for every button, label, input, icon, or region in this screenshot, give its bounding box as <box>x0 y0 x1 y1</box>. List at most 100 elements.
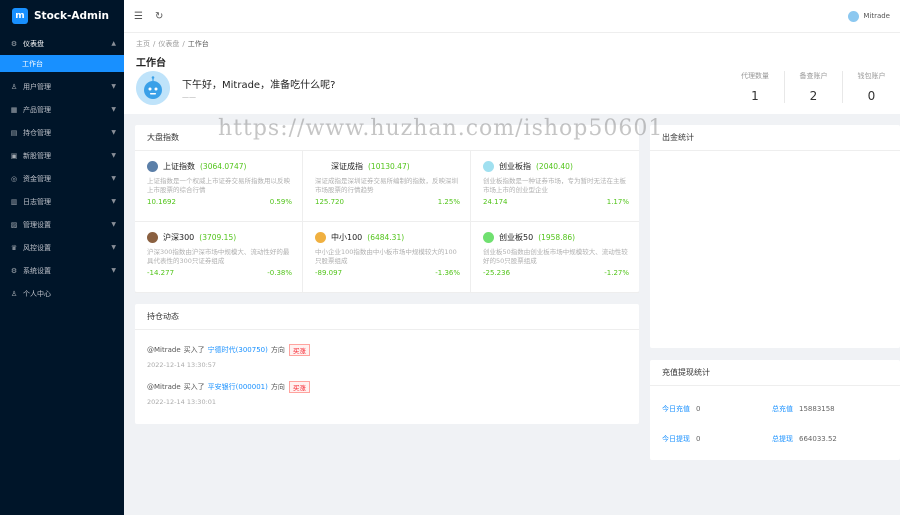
chevron-down-icon: ▼ <box>111 83 116 90</box>
sidebar-item-label: 仪表盘 <box>23 39 44 48</box>
index-pct: -0.38% <box>267 269 292 277</box>
page-title: 工作台 <box>136 58 166 69</box>
product-icon: ▦ <box>10 105 18 114</box>
index-item-sse[interactable]: 上证指数 (3064.0747) 上证指数是一个权威上市证券交易所指数用以反映上市… <box>135 151 303 222</box>
trade-action: 买入了 <box>183 383 205 391</box>
trade-time: 2022-12-14 13:30:01 <box>147 398 217 406</box>
sidebar-item-label: 用户管理 <box>23 82 51 91</box>
index-desc: 中小企业100指数由中小板市场中规模较大的100只股票组成 <box>315 248 457 265</box>
chevron-down-icon: ▼ <box>111 244 116 251</box>
sidebar-item-label: 个人中心 <box>23 289 51 298</box>
index-item-chinext[interactable]: 创业板指 (2040.40) 创业板指数是一种证券市场，专为暂时无法在主板市场上市… <box>471 151 639 222</box>
user-name[interactable]: Mitrade <box>863 12 890 20</box>
index-change: -25.236 <box>483 269 511 277</box>
breadcrumb-separator: / <box>182 40 185 48</box>
index-grid: 上证指数 (3064.0747) 上证指数是一个权威上市证券交易所指数用以反映上市… <box>135 151 639 293</box>
position-icon: ▤ <box>10 128 18 137</box>
chevron-down-icon: ▼ <box>111 152 116 159</box>
breadcrumb-dashboard[interactable]: 仪表盘 <box>158 40 179 48</box>
sidebar-item-positions[interactable]: ▤ 持仓管理 ▼ <box>0 121 124 144</box>
sidebar-subitem-workbench[interactable]: 工作台 <box>0 55 124 72</box>
index-item-chinext50[interactable]: 创业板50 (1958.86) 创业板50指数由创业板市场中规模较大、流动性较好的… <box>471 222 639 293</box>
sidebar-item-system[interactable]: ⚙ 系统设置 ▼ <box>0 259 124 282</box>
stat-label: 钱包账户 <box>857 72 886 80</box>
settings-icon: ⚙ <box>10 266 18 275</box>
index-value: (1958.86) <box>538 233 576 242</box>
index-icon <box>315 232 326 243</box>
watermark-text: https://www.huzhan.com/ishop50601 <box>218 116 664 141</box>
index-desc: 上证指数是一个权威上市证券交易所指数用以反映上市股票的综合行情 <box>147 177 290 194</box>
index-name: 创业板指 <box>499 162 531 171</box>
trade-action: 买入了 <box>183 346 205 354</box>
position-activity-card: 持仓动态 @Mitrade 买入了 宁德时代(300750) 方向 买涨 202… <box>135 304 639 424</box>
index-item-szse[interactable]: 深证成指 (10130.47) 深证成指是深圳证券交易所编制的指数，反映深圳市场股… <box>303 151 471 222</box>
wd-value: 0 <box>696 405 701 413</box>
stat-agents: 代理数量 1 <box>726 71 784 103</box>
breadcrumb-home[interactable]: 主页 <box>136 40 150 48</box>
sidebar-item-label: 持仓管理 <box>23 128 51 137</box>
trade-stock-link[interactable]: 宁德时代(300750) <box>208 345 268 355</box>
index-name: 深证成指 <box>331 162 363 171</box>
stat-value: 2 <box>809 89 818 103</box>
index-name: 中小100 <box>331 233 363 242</box>
fund-icon: ◎ <box>10 174 18 183</box>
index-pct: -1.27% <box>604 269 629 277</box>
app-logo[interactable]: m Stock-Admin <box>0 0 124 32</box>
index-desc: 创业板指数是一种证券市场，专为暂时无法在主板市场上市的创业型企业 <box>483 177 626 194</box>
sidebar-item-ipo[interactable]: ▣ 新股管理 ▼ <box>0 144 124 167</box>
index-desc: 沪深300指数由沪深市场中规模大、流动性好的最具代表性的300只证券组成 <box>147 248 290 265</box>
breadcrumb-current: 工作台 <box>187 40 209 48</box>
sidebar-item-label: 新股管理 <box>23 151 51 160</box>
sidebar-item-funds[interactable]: ◎ 资金管理 ▼ <box>0 167 124 190</box>
sidebar-item-dashboard[interactable]: ⚙ 仪表盘 ▲ <box>0 32 124 55</box>
logo-icon: m <box>12 8 28 24</box>
sidebar-item-products[interactable]: ▦ 产品管理 ▼ <box>0 98 124 121</box>
refresh-icon[interactable]: ↻ <box>155 11 163 22</box>
index-change: 24.174 <box>483 198 508 206</box>
index-name: 创业板50 <box>499 233 534 242</box>
stat-label: 备查账户 <box>799 72 828 80</box>
dashboard-icon: ⚙ <box>10 39 18 48</box>
breadcrumb: 主页 / 仪表盘 / 工作台 <box>136 39 209 49</box>
index-pct: 1.25% <box>437 198 460 206</box>
sidebar-item-logs[interactable]: ▥ 日志管理 ▼ <box>0 190 124 213</box>
wd-label: 今日充值 <box>662 405 690 413</box>
index-pct: -1.36% <box>435 269 460 277</box>
stat-accounts: 备查账户 2 <box>784 71 842 103</box>
index-icon <box>147 161 158 172</box>
index-change: -89.097 <box>315 269 343 277</box>
market-index-card: 大盘指数 上证指数 (3064.0747) 上证指数是一个权威上市证券交易所指数用… <box>135 125 639 293</box>
wd-value: 0 <box>696 435 701 443</box>
trade-list: @Mitrade 买入了 宁德时代(300750) 方向 买涨 2022-12-… <box>135 330 639 406</box>
menu-fold-icon[interactable]: ☰ <box>134 11 143 22</box>
index-item-csi300[interactable]: 沪深300 (3709.15) 沪深300指数由沪深市场中规模大、流动性好的最具代… <box>135 222 303 293</box>
trade-stock-link[interactable]: 平安银行(000001) <box>208 382 268 392</box>
page-header: 主页 / 仪表盘 / 工作台 工作台 下午好，Mitrade，准备吃什么呢? —— 代理… <box>124 32 900 114</box>
risk-icon: ♛ <box>10 243 18 252</box>
list-item: @Mitrade 买入了 平安银行(000001) 方向 买涨 2022-12-… <box>147 381 627 406</box>
index-value: (3709.15) <box>199 233 237 242</box>
sidebar-item-users[interactable]: ♙ 用户管理 ▼ <box>0 75 124 98</box>
chevron-down-icon: ▼ <box>111 175 116 182</box>
chevron-down-icon: ▼ <box>111 221 116 228</box>
trade-user: @Mitrade <box>147 383 181 391</box>
sidebar: m Stock-Admin ⚙ 仪表盘 ▲ 工作台 ♙ 用户管理 ▼ ▦ 产品管… <box>0 0 124 515</box>
total-withdraw: 总提现 664033.52 <box>772 434 892 444</box>
index-icon <box>147 232 158 243</box>
today-deposit: 今日充值 0 <box>662 404 772 414</box>
index-change: 10.1692 <box>147 198 176 206</box>
sidebar-item-manage[interactable]: ▨ 管理设置 ▼ <box>0 213 124 236</box>
chevron-down-icon: ▼ <box>111 129 116 136</box>
user-avatar-icon[interactable] <box>848 10 860 22</box>
chevron-down-icon: ▼ <box>111 106 116 113</box>
chevron-down-icon: ▼ <box>111 198 116 205</box>
sidebar-item-label: 系统设置 <box>23 266 51 275</box>
sidebar-item-risk[interactable]: ♛ 风控设置 ▼ <box>0 236 124 259</box>
index-name: 沪深300 <box>163 233 195 242</box>
stat-label: 代理数量 <box>741 72 769 80</box>
sidebar-item-profile[interactable]: ♙ 个人中心 <box>0 282 124 305</box>
wd-label: 今日提现 <box>662 435 690 443</box>
sidebar-item-label: 风控设置 <box>23 243 51 252</box>
top-header: ☰ ↻ Mitrade <box>124 0 900 32</box>
index-item-sme100[interactable]: 中小100 (6484.31) 中小企业100指数由中小板市场中规模较大的100只… <box>303 222 471 293</box>
